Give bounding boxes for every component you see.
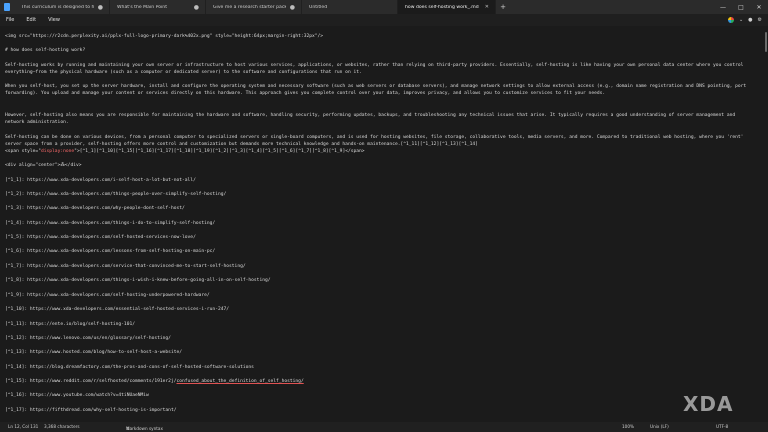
menu-edit[interactable]: Edit: [20, 17, 42, 23]
ref-line: [^1_6]: https://www.xda-developers.com/l…: [5, 249, 216, 254]
maximize-icon[interactable]: □: [732, 0, 750, 14]
ref-line: [^1_16]: https://www.youtube.com/watch?v…: [5, 393, 149, 398]
ref-line: [^1_10]: https://www.xda-developers.com/…: [5, 307, 230, 312]
status-bar: Ln 12, Col 131 3,368 characters ⇅ Markdo…: [0, 422, 768, 432]
ref-line: [^1_1]: https://www.xda-developers.com/i…: [5, 178, 196, 183]
ref-15-text: [^1_15]: https://www.reddit.com/r/selfho…: [5, 379, 177, 384]
tab-1[interactable]: This curriculum is designed to help ●: [14, 0, 110, 14]
ref-line: [^1_2]: https://www.xda-developers.com/t…: [5, 192, 227, 197]
account-icon[interactable]: ●: [748, 17, 752, 23]
tab-2-label: What's the Main Point: [117, 4, 168, 10]
editor-line: # how does self-hosting work?: [5, 48, 86, 53]
ref-line: [^1_3]: https://www.xda-developers.com/w…: [5, 206, 185, 211]
title-bar: This curriculum is designed to help ● Wh…: [0, 0, 768, 14]
minimize-icon[interactable]: —: [714, 0, 732, 14]
close-window-icon[interactable]: ✕: [750, 0, 768, 14]
markdown-mode-label: Markdown syntax: [126, 426, 163, 431]
tab-5-active[interactable]: how does self-hosting work_.md ✕: [398, 0, 496, 14]
span-suffix: ">[^1_1][^1_10][^1_15][^1_16][^1_17][^1_…: [74, 149, 365, 154]
editor-line: However, self-hosting also means you are…: [5, 113, 738, 126]
vertical-scrollbar[interactable]: [763, 26, 768, 422]
copilot-icon[interactable]: [727, 17, 734, 23]
tab-2[interactable]: What's the Main Point ●: [110, 0, 206, 14]
editor-line: <div align="center">⁂</div>: [5, 163, 82, 168]
scrollbar-thumb[interactable]: [765, 32, 767, 52]
tab-4[interactable]: Untitled: [302, 0, 398, 14]
editor-line: <img src="https://r2cdn.perplexity.ai/pp…: [5, 34, 324, 39]
ref-line: [^1_11]: https://ente.io/blog/self-hosti…: [5, 322, 135, 327]
ref-line: [^1_15]: https://www.reddit.com/r/selfho…: [5, 378, 757, 385]
editor-line: Self-hosting can be done on various devi…: [5, 135, 747, 148]
new-tab-button[interactable]: +: [496, 0, 510, 14]
ref-line: [^1_8]: https://www.xda-developers.com/t…: [5, 278, 271, 283]
ref-line: [^1_17]: https://fifthdread.com/why-self…: [5, 408, 177, 413]
encoding[interactable]: UTF-8: [716, 424, 728, 429]
xda-watermark-logo: XDA: [683, 392, 734, 416]
window-controls: — □ ✕: [714, 0, 768, 14]
span-prefix: <span style=": [5, 149, 41, 154]
cursor-position: Ln 12, Col 131: [8, 424, 39, 429]
notepad-app-icon: [0, 0, 14, 14]
unsaved-dot-icon[interactable]: ●: [194, 4, 199, 11]
gear-icon[interactable]: ⚙: [758, 17, 762, 23]
menu-bar: File Edit View ⌄ ● ⚙: [0, 14, 768, 26]
ref-line: [^1_9]: https://www.xda-developers.com/s…: [5, 293, 210, 298]
line-ending[interactable]: Unix (LF): [650, 424, 669, 429]
zoom-level[interactable]: 100%: [622, 424, 634, 429]
tab-5-label: how does self-hosting work_.md: [405, 4, 479, 10]
ref-line: [^1_12]: https://www.lenovo.com/us/en/gl…: [5, 336, 171, 341]
close-tab-icon[interactable]: ✕: [485, 4, 489, 10]
ref-line: [^1_14]: https://blog.dreamfactory.com/t…: [5, 365, 254, 370]
spellcheck-underlined-text: confused_about_the_definition_of_self_ho…: [176, 379, 304, 384]
editor-line: When you self-host, you set up the serve…: [5, 84, 749, 97]
tab-1-label: This curriculum is designed to help: [21, 4, 94, 10]
menu-right-controls: ⌄ ● ⚙: [727, 17, 768, 23]
character-count: 3,368 characters: [44, 424, 80, 429]
menu-file[interactable]: File: [0, 17, 20, 23]
tab-4-label: Untitled: [309, 4, 328, 10]
tab-3-label: Give me a research starter pack for s: [213, 4, 286, 10]
ref-line: [^1_4]: https://www.xda-developers.com/t…: [5, 221, 216, 226]
unsaved-dot-icon[interactable]: ●: [98, 4, 103, 11]
editor-line: Self-hosting works by running and mainta…: [5, 63, 747, 76]
text-editor[interactable]: <img src="https://r2cdn.perplexity.ai/pp…: [0, 26, 763, 422]
unsaved-dot-icon[interactable]: ●: [290, 4, 295, 11]
tab-3[interactable]: Give me a research starter pack for s ●: [206, 0, 302, 14]
span-style-value: display:none: [40, 149, 75, 154]
editor-line: <span style="display:none">[^1_1][^1_10]…: [5, 148, 757, 155]
ref-line: [^1_13]: https://www.hosted.com/blog/how…: [5, 350, 183, 355]
menu-view[interactable]: View: [42, 17, 66, 23]
ref-line: [^1_7]: https://www.xda-developers.com/s…: [5, 264, 246, 269]
chevron-down-icon[interactable]: ⌄: [739, 17, 743, 23]
ref-line: [^1_5]: https://www.xda-developers.com/s…: [5, 235, 196, 240]
